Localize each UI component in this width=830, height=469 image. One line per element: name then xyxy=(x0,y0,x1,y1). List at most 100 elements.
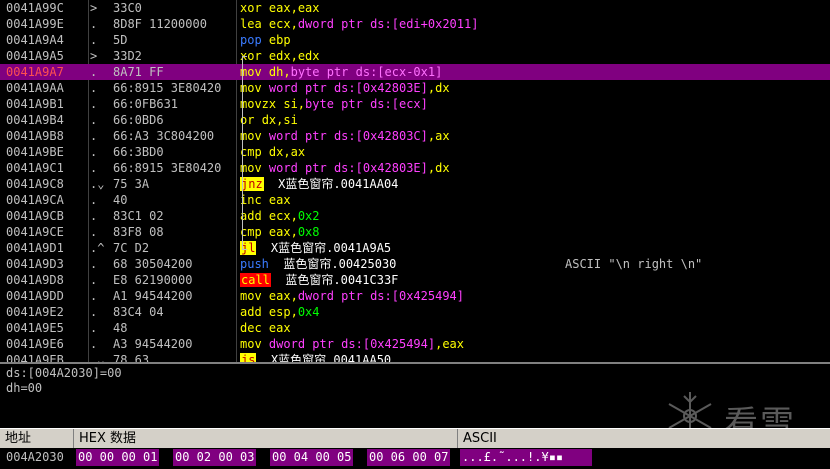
disasm-row[interactable]: 0041A9CE. 83F8 08 cmp eax,0x8 xyxy=(0,224,830,240)
dump-hex-group: 00 02 00 03 xyxy=(173,449,257,466)
operand: eax, xyxy=(268,289,298,303)
disasm-row[interactable]: 0041A9B4. 66:0BD6 or dx,si xyxy=(0,112,830,128)
flow-marker: . xyxy=(90,289,98,303)
instruction-address: 0041A9B4 xyxy=(6,113,64,127)
operand: eax,eax xyxy=(268,1,320,15)
operand: ,dx xyxy=(427,161,450,175)
instruction-bytes: 5D xyxy=(113,33,128,47)
disasm-row[interactable]: 0041A9CA. 40 inc eax xyxy=(0,192,830,208)
instruction-text: pop ebp xyxy=(240,32,291,48)
disasm-row[interactable]: 0041A9D8. E8 62190000 call 蓝色窗帘.0041C33F xyxy=(0,272,830,288)
disasm-row[interactable]: 0041A9CB. 83C1 02 add ecx,0x2 xyxy=(0,208,830,224)
dump-row[interactable]: 004A2030 00 00 00 01 00 02 00 03 00 04 0… xyxy=(0,448,830,469)
instruction-address: 0041A9C1 xyxy=(6,161,64,175)
disasm-row[interactable]: 0041A9C8 .⌄ 75 3A jnz X蓝色窗帘.0041AA04 xyxy=(0,176,830,192)
instruction-address: 0041A9A5 xyxy=(6,49,64,63)
instruction-text: inc eax xyxy=(240,192,291,208)
operand: 0x8 xyxy=(297,225,320,239)
flow-marker: > xyxy=(90,49,98,63)
instruction-text: or dx,si xyxy=(240,112,298,128)
instruction-address: 0041A9DD xyxy=(6,289,64,303)
disasm-row[interactable]: 0041A9BE. 66:3BD0 cmp dx,ax xyxy=(0,144,830,160)
info-line-memory: ds:[004A2030]=00 xyxy=(6,366,122,380)
mnemonic: dec xyxy=(240,321,262,335)
flow-marker: . xyxy=(90,321,98,335)
info-line-register: dh=00 xyxy=(6,381,43,395)
operand: dh, xyxy=(268,65,291,79)
instruction-address: 0041A9D1 xyxy=(6,241,64,255)
instruction-text: jl X蓝色窗帘.0041A9A5 xyxy=(240,240,391,256)
disasm-row[interactable]: 0041A9DD. A1 94544200 mov eax,dword ptr ds… xyxy=(0,288,830,304)
instruction-text: dec eax xyxy=(240,320,291,336)
operand: 蓝色窗帘.0041C33F xyxy=(278,273,399,287)
disasm-row[interactable]: 0041A9E2. 83C4 04 add esp,0x4 xyxy=(0,304,830,320)
flow-marker: .⌄ xyxy=(90,353,105,362)
flow-marker: . xyxy=(90,97,98,111)
instruction-text: lea ecx,dword ptr ds:[edi+0x2011] xyxy=(240,16,478,32)
disasm-row[interactable]: 0041A9A5 >33D2 xor edx,edx xyxy=(0,48,830,64)
operand: X蓝色窗帘.0041AA50 xyxy=(263,353,392,362)
instruction-text: mov word ptr ds:[0x42803E],dx xyxy=(240,80,450,96)
operand: dx,si xyxy=(261,113,298,127)
instruction-text: xor eax,eax xyxy=(240,0,320,16)
flow-marker: . xyxy=(90,161,98,175)
instruction-bytes: 83F8 08 xyxy=(113,225,164,239)
instruction-bytes: 66:8915 3E80420 xyxy=(113,81,222,95)
column-header-hex[interactable]: HEX 数据 xyxy=(74,429,458,448)
flow-marker: . xyxy=(90,209,98,223)
disasm-row[interactable]: 0041A99E. 8D8F 11200000 lea ecx,dword ptr … xyxy=(0,16,830,32)
disassembly-pane[interactable]: 0041A99C >33C0 xor eax,eax 0041A99E. 8D8F 11… xyxy=(0,0,830,362)
operand: dword ptr ds:[edi+0x2011] xyxy=(297,17,479,31)
operand: word ptr ds:[0x42803E] xyxy=(268,81,428,95)
flow-marker: .⌄ xyxy=(90,177,105,191)
disasm-row[interactable]: 0041A9AA. 66:8915 3E80420 mov word ptr ds:… xyxy=(0,80,830,96)
instruction-bytes: 83C1 02 xyxy=(113,209,164,223)
disasm-row[interactable]: 0041A9D1 .^ 7C D2 jl X蓝色窗帘.0041A9A5 xyxy=(0,240,830,256)
instruction-comment: ASCII "\n right \n" xyxy=(565,257,703,271)
disasm-row[interactable]: 0041A9E6. A3 94544200 mov dword ptr ds:[0x… xyxy=(0,336,830,352)
instruction-address: 0041A9CA xyxy=(6,193,64,207)
instruction-address: 0041A9B1 xyxy=(6,97,64,111)
instruction-text: cmp dx,ax xyxy=(240,144,305,160)
operand: word ptr ds:[0x42803C] xyxy=(268,129,428,143)
flow-marker: . xyxy=(90,257,98,271)
flow-marker: .^ xyxy=(90,241,105,255)
disasm-row-selected[interactable]: 0041A9A7. 8A71 FF mov dh,byte ptr ds:[ecx-… xyxy=(0,64,830,80)
instruction-bytes: 66:0FB631 xyxy=(113,97,179,111)
disasm-row[interactable]: 0041A9E5. 48 dec eax xyxy=(0,320,830,336)
instruction-address: 0041A9CB xyxy=(6,209,64,223)
operand: X蓝色窗帘.0041A9A5 xyxy=(263,241,392,255)
instruction-text: jnz X蓝色窗帘.0041AA04 xyxy=(240,176,398,192)
disasm-row[interactable]: 0041A9D3. 68 30504200 push 蓝色窗帘.00425030 AS… xyxy=(0,256,830,272)
instruction-text: mov word ptr ds:[0x42803E],dx xyxy=(240,160,450,176)
disasm-row[interactable]: 0041A9C1. 66:8915 3E80420 mov word ptr ds:… xyxy=(0,160,830,176)
instruction-bytes: 8A71 FF xyxy=(113,65,164,79)
operand: ,ax xyxy=(427,129,450,143)
mnemonic: add xyxy=(240,305,262,319)
instruction-bytes: 33C0 xyxy=(113,1,142,15)
instruction-address: 0041A9B8 xyxy=(6,129,64,143)
disasm-row[interactable]: 0041A9B1. 66:0FB631 movzx si,byte ptr ds:[… xyxy=(0,96,830,112)
operand: si, xyxy=(283,97,306,111)
instruction-address: 0041A9BE xyxy=(6,145,64,159)
flow-marker: . xyxy=(90,17,98,31)
flow-marker: . xyxy=(90,65,98,79)
instruction-bytes: 66:8915 3E80420 xyxy=(113,161,222,175)
instruction-bytes: 40 xyxy=(113,193,128,207)
disasm-row[interactable]: 0041A99C >33C0 xor eax,eax xyxy=(0,0,830,16)
instruction-text: call 蓝色窗帘.0041C33F xyxy=(240,272,398,288)
instruction-bytes: 78 63 xyxy=(113,353,150,362)
column-header-address[interactable]: 地址 xyxy=(0,429,74,448)
column-header-ascii[interactable]: ASCII xyxy=(458,429,830,448)
disasm-row[interactable]: 0041A9A4. 5D pop ebp xyxy=(0,32,830,48)
dump-hex-group: 00 06 00 07 xyxy=(367,449,451,466)
instruction-address: 0041A9D8 xyxy=(6,273,64,287)
disasm-row[interactable]: 0041A9B8. 66:A3 3C804200 mov word ptr ds:[… xyxy=(0,128,830,144)
flow-marker: . xyxy=(90,81,98,95)
operand: ecx, xyxy=(268,209,298,223)
disasm-row[interactable]: 0041A9EB .⌄ 78 63 js X蓝色窗帘.0041AA50 xyxy=(0,352,830,362)
operand: esp, xyxy=(268,305,298,319)
instruction-bytes: 33D2 xyxy=(113,49,142,63)
instruction-address: 0041A99C xyxy=(6,1,64,15)
instruction-text: mov dword ptr ds:[0x425494],eax xyxy=(240,336,464,352)
